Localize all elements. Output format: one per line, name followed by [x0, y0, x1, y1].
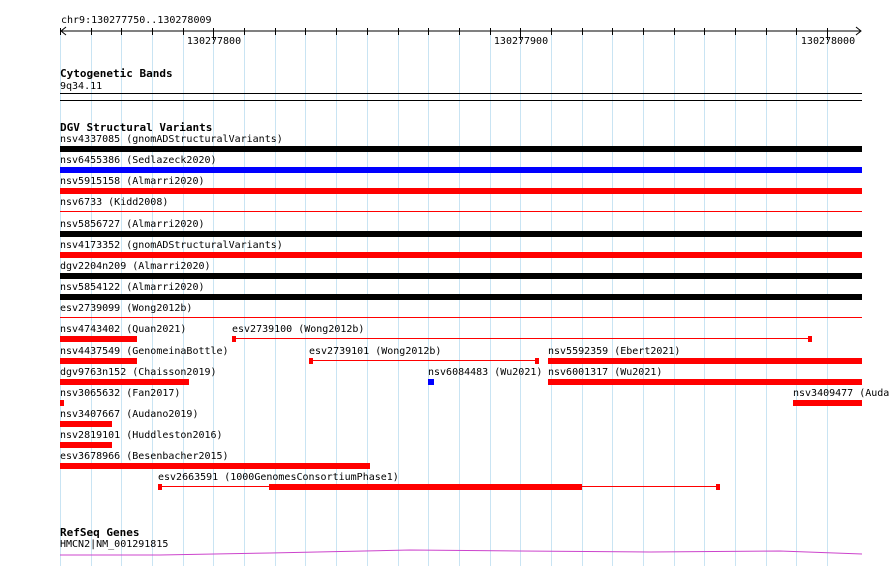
dgv-feature-connector — [309, 360, 539, 361]
dgv-feature-bar[interactable] — [60, 379, 189, 385]
dgv-feature-block[interactable] — [269, 484, 582, 490]
dgv-feature-end-block[interactable] — [716, 484, 720, 490]
dgv-feature-label[interactable]: esv2663591 (1000GenomesConsortiumPhase1) — [158, 472, 399, 483]
dgv-feature-bar[interactable] — [60, 252, 862, 258]
dgv-feature-label[interactable]: nsv3409477 (Audano2019) — [793, 388, 890, 399]
dgv-feature-label[interactable]: nsv4337085 (gnomADStructuralVariants) — [60, 134, 283, 145]
dgv-feature-bar[interactable] — [60, 442, 112, 448]
dgv-feature-label[interactable]: nsv4743402 (Quan2021) — [60, 324, 186, 335]
dgv-feature-label[interactable]: esv2739099 (Wong2012b) — [60, 303, 192, 314]
dgv-feature-start-block[interactable] — [232, 336, 236, 342]
dgv-feature-bar[interactable] — [548, 358, 862, 364]
dgv-feature-bar[interactable] — [428, 379, 434, 385]
dgv-feature-label[interactable]: nsv6001317 (Wu2021) — [548, 367, 662, 378]
dgv-feature-label[interactable]: nsv5856727 (Almarri2020) — [60, 219, 205, 230]
dgv-feature-label[interactable]: nsv5592359 (Ebert2021) — [548, 346, 680, 357]
dgv-feature-label[interactable]: nsv6733 (Kidd2008) — [60, 197, 168, 208]
dgv-feature-label[interactable]: esv2739101 (Wong2012b) — [309, 346, 441, 357]
dgv-feature-label[interactable]: nsv5854122 (Almarri2020) — [60, 282, 205, 293]
dgv-feature-bar[interactable] — [60, 294, 862, 300]
dgv-feature-label[interactable]: dgv2204n209 (Almarri2020) — [60, 261, 211, 272]
track-divider — [60, 100, 862, 101]
genome-browser-view: chr9:130277750..130278009 130277800 13027… — [0, 0, 890, 566]
dgv-feature-bar[interactable] — [60, 400, 64, 406]
dgv-feature-line[interactable] — [60, 317, 862, 318]
cytoband-track-title: Cytogenetic Bands — [60, 67, 173, 80]
dgv-feature-label[interactable]: nsv5915158 (Almarri2020) — [60, 176, 205, 187]
dgv-feature-bar[interactable] — [548, 379, 862, 385]
dgv-feature-bar[interactable] — [60, 188, 862, 194]
dgv-feature-label[interactable]: nsv6084483 (Wu2021) — [428, 367, 542, 378]
dgv-feature-bar[interactable] — [60, 273, 862, 279]
ruler-label: 130277900 — [494, 36, 548, 47]
dgv-feature-bar[interactable] — [60, 421, 112, 427]
dgv-feature-bar[interactable] — [60, 358, 137, 364]
dgv-feature-bar[interactable] — [60, 336, 137, 342]
dgv-feature-end-block[interactable] — [535, 358, 539, 364]
ruler[interactable]: 130277800 130277900 130278000 — [0, 24, 890, 48]
dgv-feature-label[interactable]: dgv9763n152 (Chaisson2019) — [60, 367, 217, 378]
dgv-feature-label[interactable]: nsv3065632 (Fan2017) — [60, 388, 180, 399]
dgv-feature-label[interactable]: nsv2819101 (Huddleston2016) — [60, 430, 223, 441]
refseq-track-title: RefSeq Genes — [60, 526, 140, 539]
cytoband-band[interactable] — [60, 93, 862, 94]
dgv-feature-bar[interactable] — [60, 167, 862, 173]
dgv-feature-bar[interactable] — [60, 463, 370, 469]
dgv-feature-connector — [232, 338, 812, 339]
refseq-gene-feature[interactable] — [0, 545, 890, 559]
dgv-feature-label[interactable]: nsv4173352 (gnomADStructuralVariants) — [60, 240, 283, 251]
dgv-feature-bar[interactable] — [60, 146, 862, 152]
dgv-feature-start-block[interactable] — [309, 358, 313, 364]
ruler-label: 130277800 — [187, 36, 241, 47]
dgv-feature-bar[interactable] — [793, 400, 862, 406]
refseq-gene-line — [60, 549, 863, 556]
dgv-feature-bar[interactable] — [60, 231, 862, 237]
dgv-track-title: DGV Structural Variants — [60, 121, 213, 134]
dgv-feature-start-block[interactable] — [158, 484, 162, 490]
dgv-feature-label[interactable]: nsv3407667 (Audano2019) — [60, 409, 198, 420]
ruler-label: 130278000 — [801, 36, 855, 47]
dgv-feature-label[interactable]: nsv4437549 (GenomeinaBottle) — [60, 346, 229, 357]
dgv-feature-line[interactable] — [60, 211, 862, 212]
dgv-feature-label[interactable]: esv3678966 (Besenbacher2015) — [60, 451, 229, 462]
dgv-feature-label[interactable]: nsv6455386 (Sedlazeck2020) — [60, 155, 217, 166]
cytoband-label: 9q34.11 — [60, 81, 103, 92]
dgv-feature-label[interactable]: esv2739100 (Wong2012b) — [232, 324, 364, 335]
dgv-feature-end-block[interactable] — [808, 336, 812, 342]
